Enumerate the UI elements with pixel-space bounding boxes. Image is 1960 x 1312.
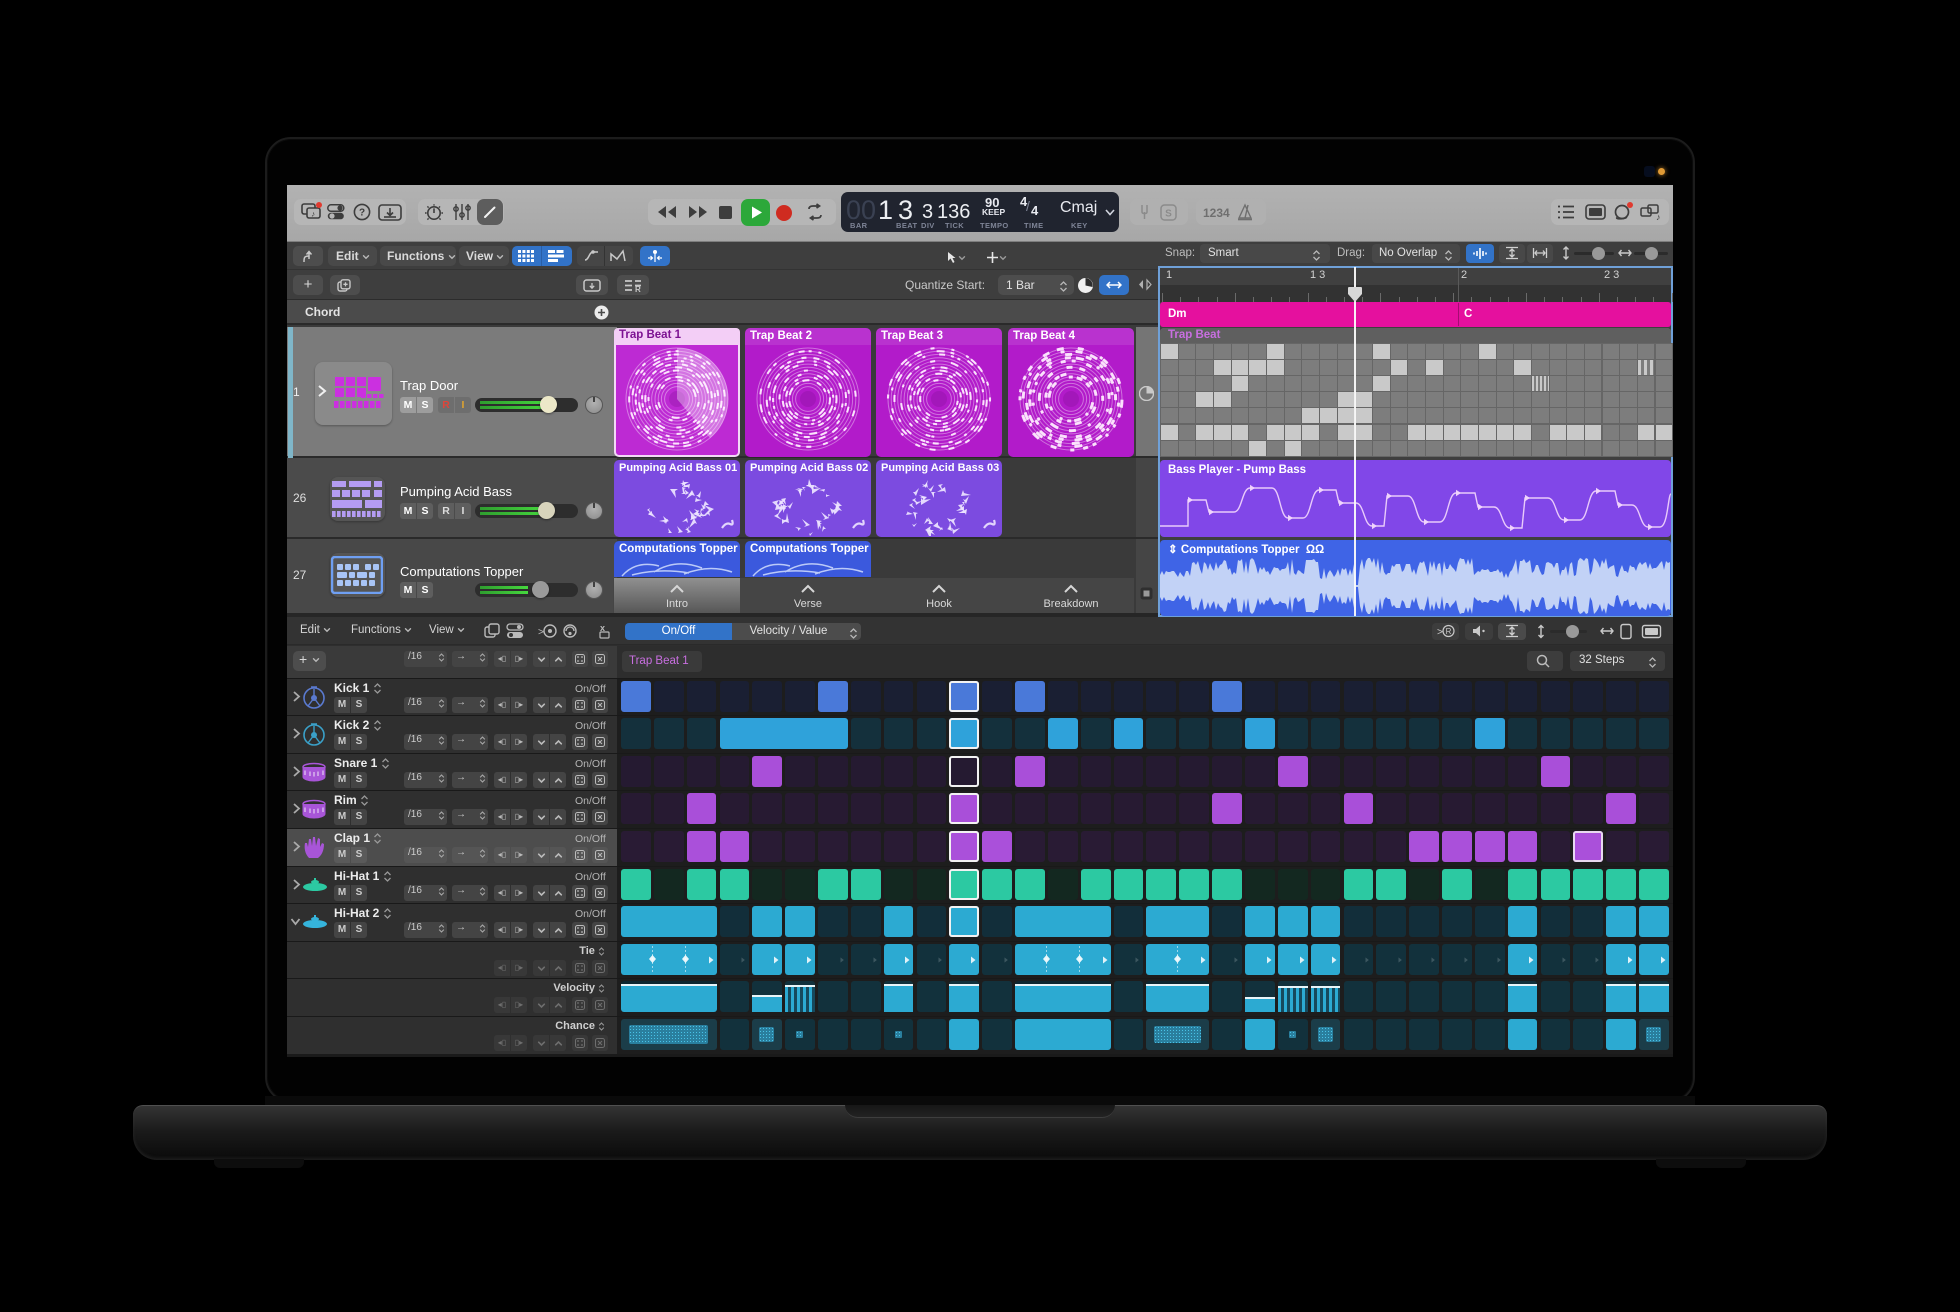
svg-text:S: S bbox=[1165, 209, 1172, 220]
svg-text:♪: ♪ bbox=[1656, 212, 1661, 222]
svg-text:R: R bbox=[635, 285, 641, 292]
svg-text:>: > bbox=[538, 627, 544, 638]
svg-text:?: ? bbox=[359, 208, 365, 219]
svg-text:R: R bbox=[1446, 627, 1452, 636]
svg-text:>: > bbox=[1437, 627, 1443, 638]
svg-text:♪: ♪ bbox=[311, 210, 315, 219]
